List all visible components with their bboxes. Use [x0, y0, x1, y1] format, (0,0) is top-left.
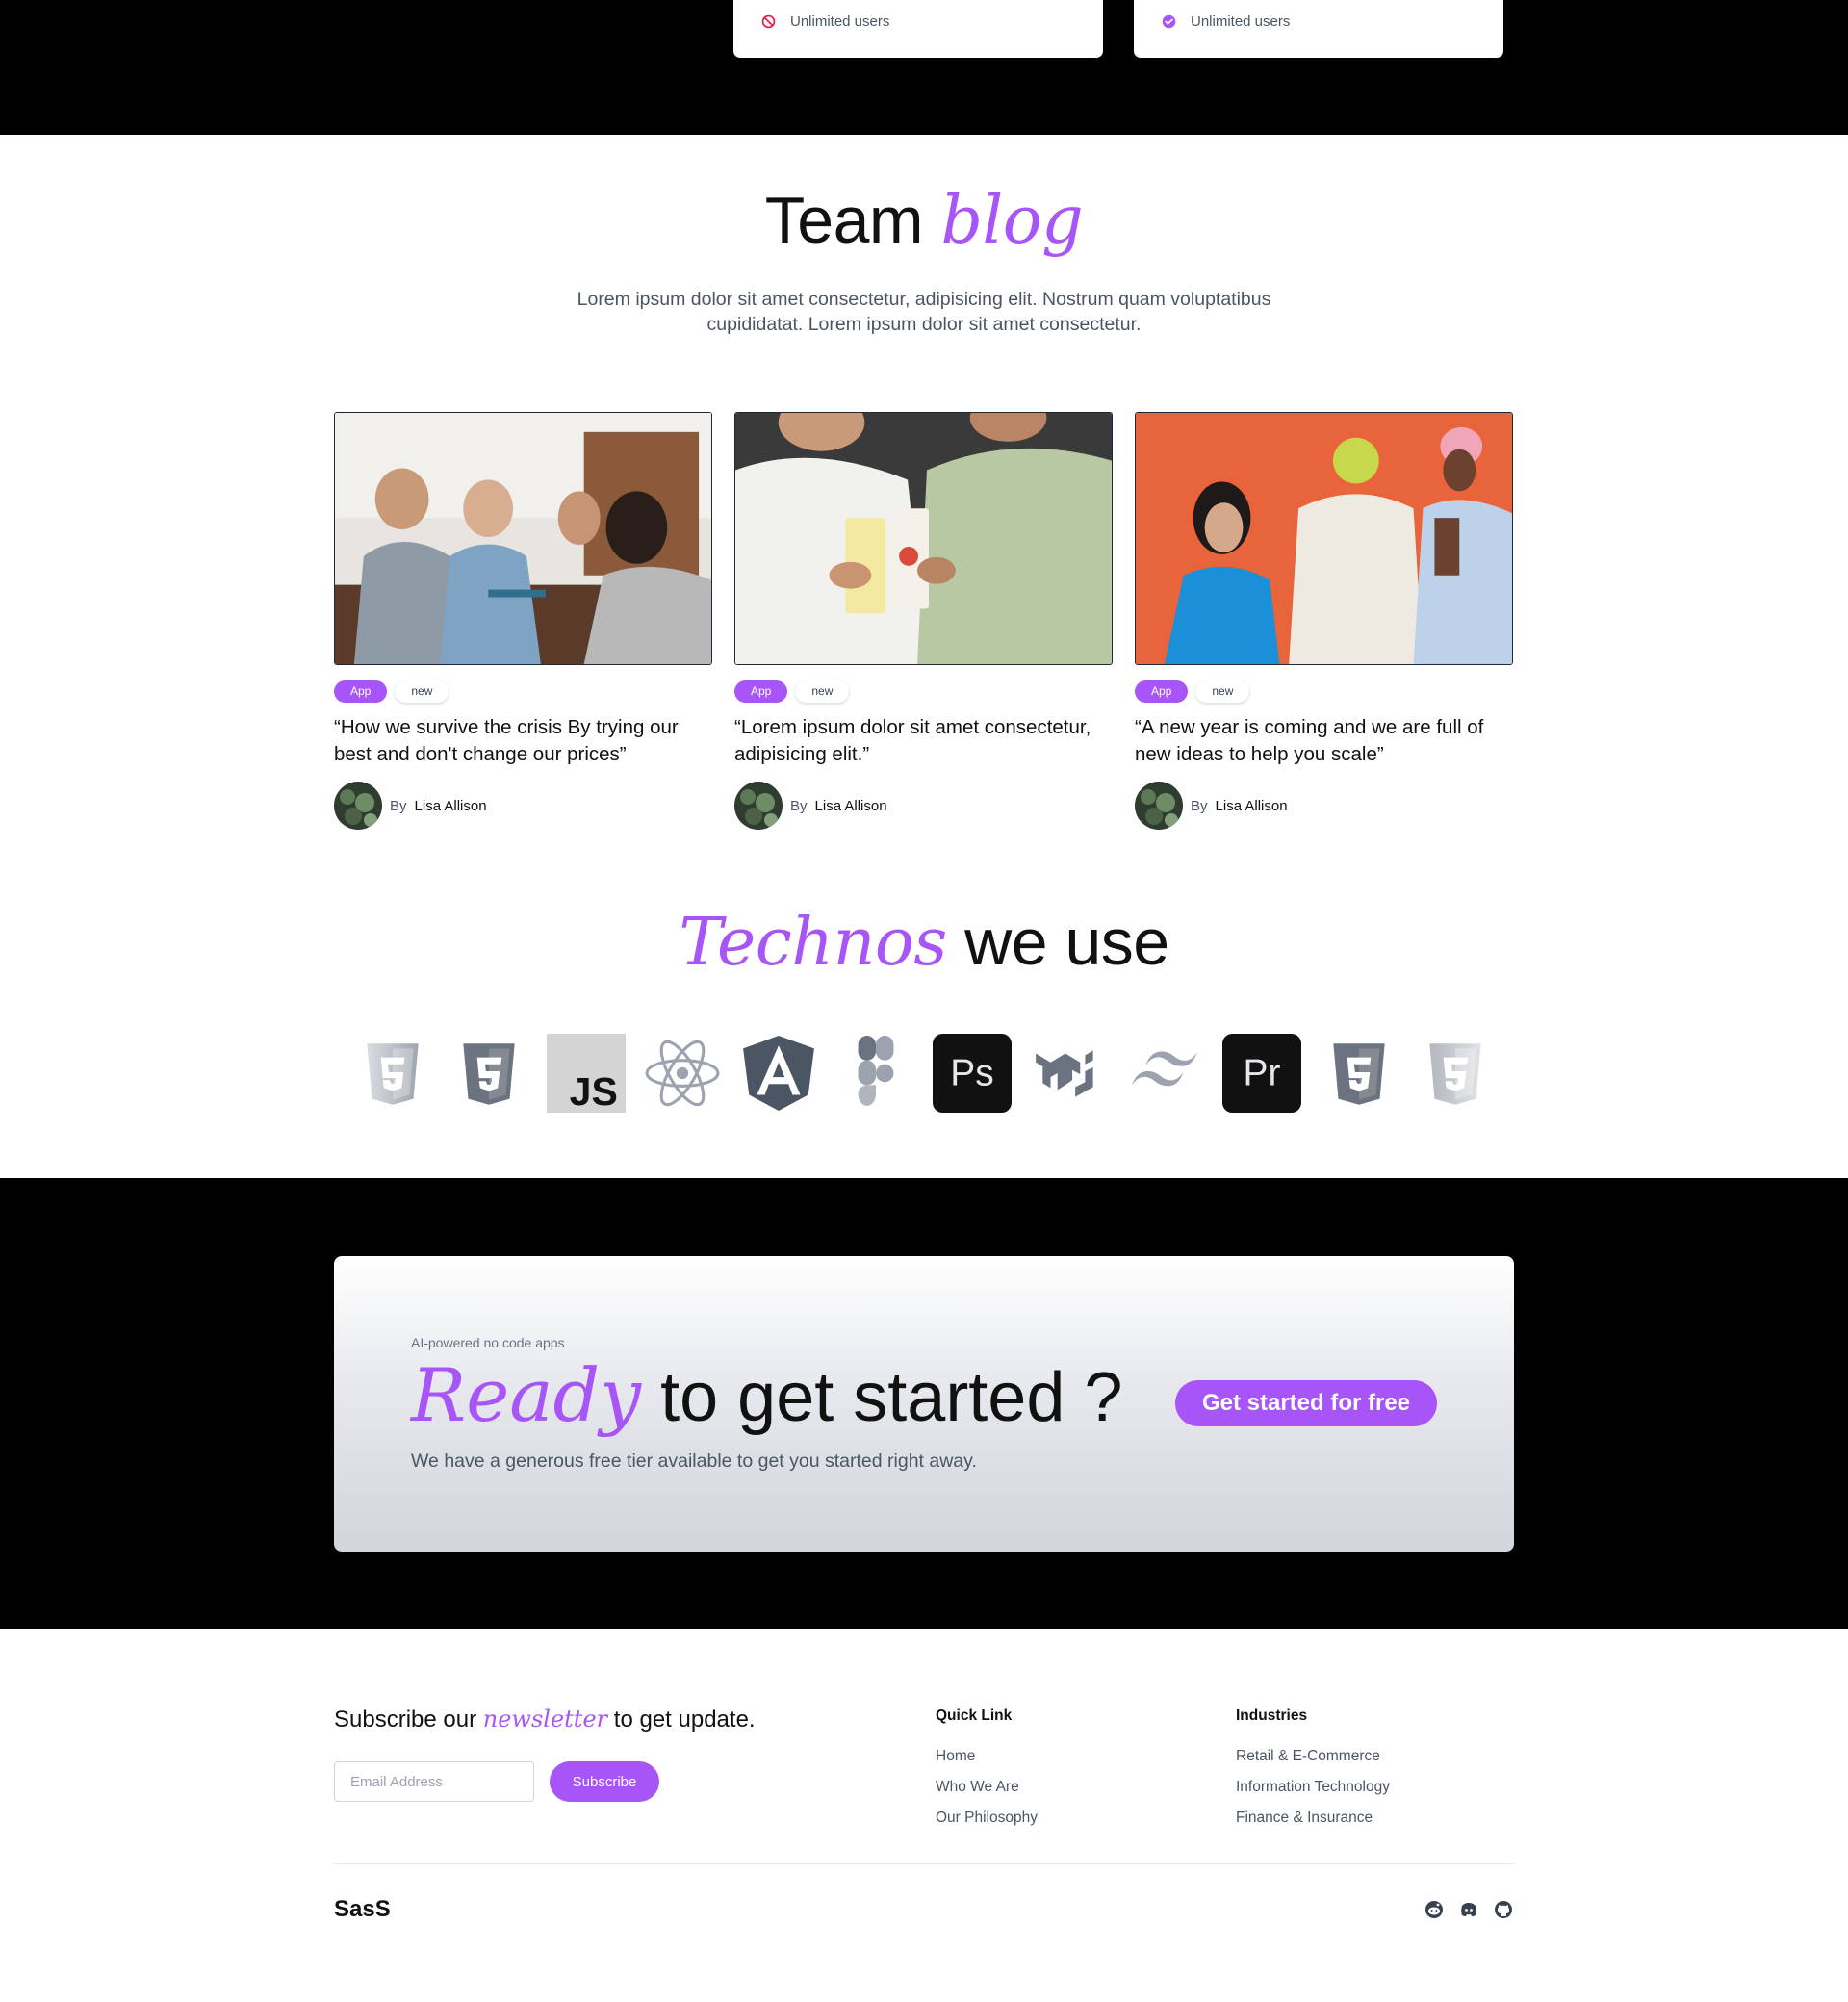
- cta-kicker: AI-powered no code apps: [411, 1335, 565, 1350]
- blog-card[interactable]: App new “A new year is coming and we are…: [1135, 412, 1513, 830]
- avatar: [734, 782, 783, 830]
- material-ui-icon: [1030, 1034, 1109, 1113]
- title-plain: we use: [964, 906, 1169, 979]
- quick-link-column: Quick Link Home Who We Are Our Philosoph…: [936, 1707, 1038, 1840]
- feature-label: Unlimited users: [1191, 13, 1291, 30]
- feature-row-excluded: Unlimited users: [760, 13, 889, 30]
- fashion-group-photo[interactable]: [1135, 412, 1513, 665]
- footer-link-it[interactable]: Information Technology: [1236, 1779, 1390, 1810]
- discord-icon[interactable]: [1459, 1900, 1478, 1919]
- heading-post: to get update.: [613, 1707, 756, 1732]
- tag-list: App new: [734, 680, 1113, 703]
- author-row: By Lisa Allison: [1135, 782, 1513, 830]
- cta-title: Ready to get started ?: [411, 1352, 1122, 1438]
- tag-app[interactable]: App: [734, 680, 788, 703]
- footer-divider: [334, 1863, 1514, 1864]
- avatar: [1135, 782, 1183, 830]
- author-row: By Lisa Allison: [734, 782, 1113, 830]
- svg-text:Ps: Ps: [950, 1052, 993, 1093]
- industries-column: Industries Retail & E-Commerce Informati…: [1236, 1707, 1390, 1840]
- by-label: By: [390, 797, 407, 814]
- column-heading: Quick Link: [936, 1707, 1013, 1724]
- react-icon: [643, 1034, 722, 1113]
- css3-icon: [449, 1034, 528, 1113]
- newsletter-heading: Subscribe our newsletter to get update.: [334, 1706, 756, 1733]
- tag-app[interactable]: App: [1135, 680, 1189, 703]
- subscribe-button[interactable]: Subscribe: [550, 1761, 659, 1802]
- heading-script: newsletter: [482, 1706, 608, 1732]
- team-meeting-photo[interactable]: [334, 412, 712, 665]
- author-row: By Lisa Allison: [334, 782, 712, 830]
- author-name[interactable]: Lisa Allison: [815, 798, 887, 814]
- heading-pre: Subscribe our: [334, 1707, 477, 1732]
- html5-icon: [1320, 1034, 1399, 1113]
- figma-icon: [836, 1034, 915, 1113]
- blog-card-title[interactable]: “Lorem ipsum dolor sit amet consectetur,…: [734, 714, 1113, 768]
- title-script: Ready: [411, 1352, 642, 1438]
- premiere-icon: Pr: [1222, 1034, 1302, 1113]
- title-plain: Team: [764, 184, 924, 257]
- blog-card-title[interactable]: “How we survive the crisis By trying our…: [334, 714, 712, 768]
- cta-card: AI-powered no code apps Ready to get sta…: [334, 1256, 1514, 1552]
- pricing-card-pro: Unlimited users: [1134, 0, 1503, 58]
- avatar: [334, 782, 382, 830]
- check-circle-icon: [1161, 13, 1177, 30]
- tech-logo-strip: JS Ps Pr: [334, 1030, 1514, 1116]
- blog-section-title: Team blog: [0, 183, 1848, 259]
- footer-link-our-philosophy[interactable]: Our Philosophy: [936, 1810, 1038, 1840]
- footer-link-retail[interactable]: Retail & E-Commerce: [1236, 1748, 1390, 1779]
- author-name[interactable]: Lisa Allison: [415, 798, 487, 814]
- pricing-card-basic: Unlimited users: [733, 0, 1103, 58]
- blog-card[interactable]: App new “How we survive the crisis By tr…: [334, 412, 712, 830]
- social-links: [1424, 1900, 1513, 1919]
- feature-label: Unlimited users: [790, 13, 890, 30]
- photoshop-icon: Ps: [933, 1034, 1013, 1113]
- tag-app[interactable]: App: [334, 680, 388, 703]
- tag-new[interactable]: new: [1195, 680, 1250, 703]
- by-label: By: [790, 797, 808, 814]
- footer-link-who-we-are[interactable]: Who We Are: [936, 1779, 1038, 1810]
- author-name[interactable]: Lisa Allison: [1216, 798, 1288, 814]
- cta-subtitle: We have a generous free tier available t…: [411, 1450, 977, 1472]
- svg-text:Pr: Pr: [1244, 1052, 1281, 1093]
- javascript-icon: JS: [546, 1034, 626, 1113]
- tailwind-icon: [1126, 1034, 1205, 1113]
- title-script: blog: [940, 183, 1084, 259]
- email-field[interactable]: [334, 1761, 534, 1802]
- footer-link-home[interactable]: Home: [936, 1748, 1038, 1779]
- angular-icon: [739, 1034, 818, 1113]
- title-script: Technos: [679, 905, 947, 981]
- tag-new[interactable]: new: [395, 680, 449, 703]
- friends-juice-photo[interactable]: [734, 412, 1113, 665]
- blog-card[interactable]: App new “Lorem ipsum dolor sit amet cons…: [734, 412, 1113, 830]
- tag-new[interactable]: new: [795, 680, 850, 703]
- brand-logo[interactable]: SasS: [334, 1896, 391, 1923]
- blog-subtitle: Lorem ipsum dolor sit amet consectetur, …: [577, 289, 1271, 335]
- by-label: By: [1191, 797, 1208, 814]
- blog-card-title[interactable]: “A new year is coming and we are full of…: [1135, 714, 1513, 768]
- tag-list: App new: [334, 680, 712, 703]
- ban-icon: [760, 13, 777, 30]
- tag-list: App new: [1135, 680, 1513, 703]
- technos-section-title: Technos we use: [0, 905, 1848, 981]
- logo-strip-fade-left: [334, 1020, 421, 1126]
- reddit-icon[interactable]: [1424, 1900, 1444, 1919]
- feature-row-included: Unlimited users: [1161, 13, 1290, 30]
- svg-text:JS: JS: [569, 1069, 617, 1113]
- get-started-button[interactable]: Get started for free: [1175, 1380, 1437, 1426]
- footer-link-finance[interactable]: Finance & Insurance: [1236, 1810, 1390, 1840]
- column-heading: Industries: [1236, 1707, 1308, 1724]
- logo-strip-fade-right: [1427, 1020, 1514, 1126]
- github-icon[interactable]: [1494, 1900, 1513, 1919]
- title-plain: to get started ?: [660, 1359, 1123, 1436]
